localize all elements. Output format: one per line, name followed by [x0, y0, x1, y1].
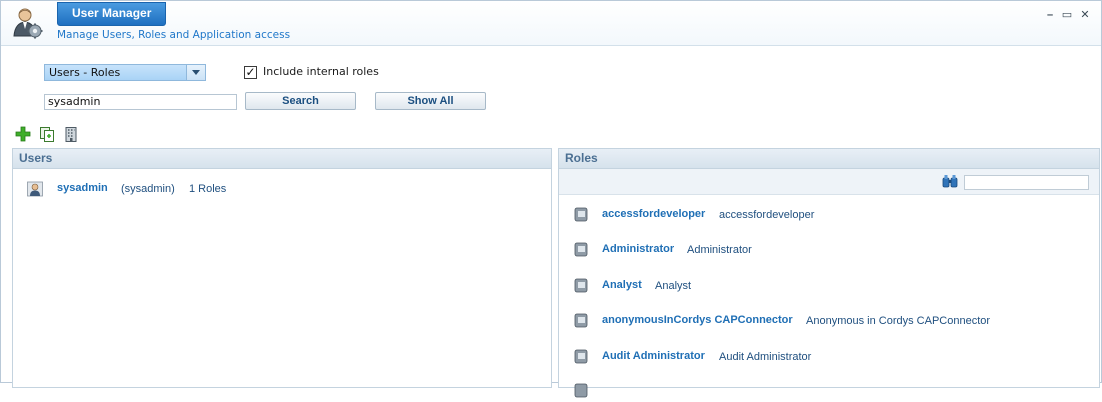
role-icon	[574, 383, 588, 398]
include-internal-roles-label: Include internal roles	[263, 65, 379, 78]
close-button[interactable]: ✕	[1076, 8, 1094, 22]
role-description: accessfordeveloper	[719, 209, 815, 221]
add-icon[interactable]	[15, 126, 31, 142]
role-description: Audit Administrator	[719, 351, 812, 363]
role-name[interactable]: Audit Administrator	[602, 350, 705, 362]
view-select[interactable]: Users - Roles	[44, 64, 206, 81]
role-name[interactable]: anonymousInCordys CAPConnector	[602, 314, 793, 326]
roles-filter-input[interactable]	[964, 175, 1089, 190]
minimize-button[interactable]: –	[1041, 8, 1059, 22]
user-id: (sysadmin)	[121, 183, 175, 195]
search-button[interactable]: Search	[245, 92, 356, 110]
maximize-button[interactable]: ▭	[1058, 8, 1076, 22]
role-icon	[574, 207, 588, 222]
app-subtitle: Manage Users, Roles and Application acce…	[57, 29, 291, 41]
role-icon	[574, 349, 588, 364]
role-name[interactable]: accessfordeveloper	[602, 208, 705, 220]
view-select-value: Users - Roles	[49, 66, 121, 79]
binoculars-icon[interactable]	[942, 174, 958, 188]
role-description: Administrator	[687, 244, 752, 256]
include-internal-roles-checkbox[interactable]: ✓	[244, 66, 257, 79]
user-roles-count[interactable]: 1 Roles	[189, 183, 226, 195]
role-description: Analyst	[655, 280, 692, 292]
role-icon	[574, 278, 588, 293]
app-title: User Manager	[57, 2, 167, 26]
role-icon	[574, 313, 588, 328]
users-panel-title: Users	[13, 149, 551, 169]
roles-filter-bar	[559, 169, 1099, 195]
show-all-button[interactable]: Show All	[375, 92, 486, 110]
chevron-down-icon[interactable]	[186, 65, 205, 80]
role-name[interactable]: Administrator	[602, 243, 674, 255]
role-name[interactable]: Analyst	[602, 279, 642, 291]
user-name[interactable]: sysadmin	[57, 182, 108, 194]
roles-panel-title: Roles	[559, 149, 1099, 169]
role-description: Anonymous in Cordys CAPConnector	[806, 315, 991, 327]
role-icon	[574, 242, 588, 257]
copy-icon[interactable]	[39, 126, 55, 142]
search-input[interactable]: sysadmin	[44, 94, 237, 110]
window-header: User Manager Manage Users, Roles and App…	[1, 1, 1101, 46]
user-manager-window: User Manager Manage Users, Roles and App…	[0, 0, 1102, 398]
roles-panel: Roles accessfordeveloper accessfordevelo…	[558, 148, 1100, 398]
building-icon[interactable]	[63, 126, 79, 142]
users-panel: Users sysadmin (sysadmin) 1 Roles	[12, 148, 552, 388]
user-icon	[27, 181, 43, 197]
user-manager-icon	[13, 8, 43, 39]
